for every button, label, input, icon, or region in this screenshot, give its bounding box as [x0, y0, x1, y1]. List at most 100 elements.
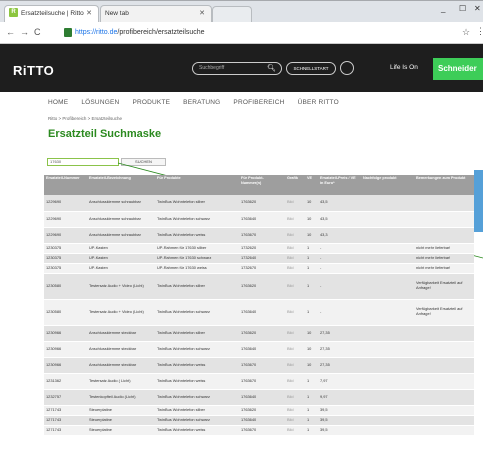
- table-cell: -: [318, 299, 361, 326]
- table-cell: Steuerplatine: [87, 415, 155, 426]
- part-search-input[interactable]: 17630: [47, 158, 119, 166]
- tab-ersatzteilsuche[interactable]: R Ersatzteilsuche | Ritto ✕: [4, 5, 99, 23]
- bild-link[interactable]: Bild: [285, 425, 305, 436]
- search-icon[interactable]: 🔍︎: [267, 63, 276, 74]
- table-cell: 43,5: [318, 211, 361, 228]
- table-cell: 1230966: [44, 357, 87, 374]
- bild-link[interactable]: Bild: [285, 373, 305, 390]
- table-cell: -: [318, 273, 361, 300]
- bild-link[interactable]: Bild: [285, 341, 305, 358]
- column-header: Für Produkt-Nummer(n): [239, 175, 285, 195]
- maximize-icon[interactable]: ☐: [459, 4, 466, 13]
- table-cell: 1763620: [239, 405, 285, 416]
- page-title: Ersatzteil Suchmaske: [48, 128, 162, 140]
- table-cell: nicht mehr lieferbar!: [414, 243, 474, 254]
- bild-link[interactable]: Bild: [285, 405, 305, 416]
- breadcrumb[interactable]: Ritto > Profibereich > Ersatzteilsuche: [48, 116, 122, 121]
- search-placeholder: Suchbegriff: [199, 65, 225, 71]
- url-path: /profibereich/ersatzteilsuche: [117, 29, 205, 36]
- column-header: Grafik: [285, 175, 305, 195]
- table-cell: Steuerplatine: [87, 425, 155, 436]
- table-cell: Anschlussklemme schraubbar: [87, 211, 155, 228]
- table-cell: [361, 211, 414, 228]
- schnellstart-label: SCHNELLSTART: [293, 66, 329, 71]
- table-cell: TwinBus Wohntelefon silber: [155, 195, 239, 212]
- reload-icon[interactable]: C: [34, 27, 41, 37]
- table-cell: -: [318, 243, 361, 254]
- table-cell: Testersatz Audio ( Licht): [87, 373, 155, 390]
- user-icon[interactable]: [340, 61, 354, 75]
- table-cell: [361, 325, 414, 342]
- menu-item-home[interactable]: HOME: [48, 99, 68, 106]
- table-cell: 1: [305, 415, 318, 426]
- menu-item-profibereich[interactable]: PROFIBEREICH: [233, 99, 284, 106]
- minimize-icon[interactable]: _: [441, 4, 445, 13]
- bild-link[interactable]: Bild: [285, 299, 305, 326]
- tab-new-tab[interactable]: New tab ✕: [100, 5, 212, 23]
- table-cell: [361, 299, 414, 326]
- bookmark-star-icon[interactable]: ☆: [462, 27, 470, 38]
- ritto-logo[interactable]: RiTTO: [13, 63, 54, 78]
- table-row: 1271743 Steuerplatine TwinBus Wohntelefon …: [44, 425, 474, 436]
- table-cell: 27,35: [318, 325, 361, 342]
- site-search-input[interactable]: Suchbegriff 🔍︎: [192, 62, 282, 75]
- bild-link[interactable]: Bild: [285, 389, 305, 406]
- forward-icon[interactable]: →: [20, 27, 29, 37]
- table-row: 1230580 Testersatz Audio + Video (Licht) T…: [44, 273, 474, 300]
- table-row: 1230375 UP-Kasten UP-Rahmen für 17630 schw…: [44, 253, 474, 264]
- feedback-side-tab[interactable]: [474, 170, 483, 232]
- menu-dots-icon[interactable]: ⋮: [476, 26, 483, 37]
- bild-link[interactable]: Bild: [285, 211, 305, 228]
- bild-link[interactable]: Bild: [285, 263, 305, 274]
- bild-link[interactable]: Bild: [285, 253, 305, 264]
- bild-link[interactable]: Bild: [285, 243, 305, 254]
- table-cell: 1732670: [239, 263, 285, 274]
- table-cell: UP-Kasten: [87, 263, 155, 274]
- schnellstart-button[interactable]: SCHNELLSTART: [286, 62, 336, 75]
- bild-link[interactable]: Bild: [285, 357, 305, 374]
- search-button[interactable]: SUCHEN: [121, 158, 166, 166]
- url-field[interactable]: https://ritto.de/profibereich/ersatzteil…: [64, 26, 205, 39]
- table-cell: TwinBus Wohntelefon weiss: [155, 373, 239, 390]
- bild-link[interactable]: Bild: [285, 325, 305, 342]
- new-tab-button[interactable]: [212, 6, 252, 22]
- table-cell: [414, 227, 474, 244]
- table-cell: TwinBus Wohntelefon silber: [155, 325, 239, 342]
- back-icon[interactable]: ←: [6, 27, 15, 37]
- bild-link[interactable]: Bild: [285, 227, 305, 244]
- bild-link[interactable]: Bild: [285, 415, 305, 426]
- schneider-logo[interactable]: Schneider: [433, 58, 483, 80]
- close-tab-icon[interactable]: ✕: [86, 6, 92, 22]
- table-cell: [414, 415, 474, 426]
- table-row: 1230966 Anschlussklemme steckbar TwinBus W…: [44, 341, 474, 358]
- table-cell: 1: [305, 425, 318, 436]
- table-cell: 1: [305, 299, 318, 326]
- table-cell: 1: [305, 263, 318, 274]
- table-cell: [361, 425, 414, 436]
- table-cell: 1763640: [239, 299, 285, 326]
- close-window-icon[interactable]: ✕: [474, 4, 481, 13]
- table-row: 1230966 Anschlussklemme steckbar TwinBus W…: [44, 357, 474, 374]
- table-cell: 1763640: [239, 341, 285, 358]
- menu-item-beratung[interactable]: BERATUNG: [183, 99, 220, 106]
- menu-item-ueber-ritto[interactable]: ÜBER RITTO: [298, 99, 339, 106]
- close-tab-icon[interactable]: ✕: [199, 6, 205, 22]
- table-cell: 1229690: [44, 227, 87, 244]
- bild-link[interactable]: Bild: [285, 195, 305, 212]
- table-cell: 10: [305, 325, 318, 342]
- table-cell: 1763620: [239, 273, 285, 300]
- table-cell: 1763670: [239, 357, 285, 374]
- table-cell: Testenkopfteil Audio (Licht): [87, 389, 155, 406]
- menu-item-loesungen[interactable]: LÖSUNGEN: [81, 99, 119, 106]
- table-cell: 1: [305, 243, 318, 254]
- bild-link[interactable]: Bild: [285, 273, 305, 300]
- menu-item-produkte[interactable]: PRODUKTE: [132, 99, 170, 106]
- table-cell: Steuerplatine: [87, 405, 155, 416]
- table-cell: 39,5: [318, 405, 361, 416]
- table-cell: 1229690: [44, 195, 87, 212]
- table-cell: [361, 405, 414, 416]
- table-cell: TwinBus Wohntelefon schwarz: [155, 211, 239, 228]
- table-cell: 1232757: [44, 389, 87, 406]
- table-cell: 39,5: [318, 425, 361, 436]
- table-cell: -: [318, 253, 361, 264]
